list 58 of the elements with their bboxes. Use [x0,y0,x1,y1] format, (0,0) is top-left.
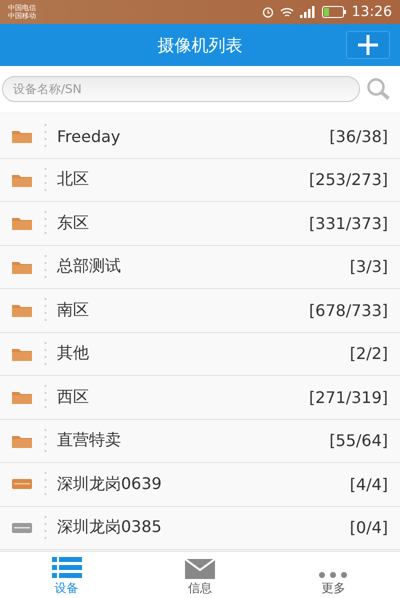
plus-icon [357,34,379,56]
camera-group-row[interactable]: 总部测试 [3/3] [0,246,400,289]
clock-time: 13:26 [352,4,392,20]
dotted-divider [44,166,47,193]
signal-icon [300,6,316,18]
list-icon [52,557,82,579]
dotted-divider [44,384,47,410]
folder-icon [12,260,32,274]
group-name: 西区 [57,386,90,408]
online-count: [271/319] [309,388,388,407]
folder-icon [12,434,32,448]
group-name: 深圳龙岗0639 [57,474,163,495]
online-count: [331/373] [309,214,388,233]
camera-group-row[interactable]: 北区 [253/273] [0,158,400,202]
folder-icon [12,346,32,361]
online-count: [2/2] [350,344,388,364]
camera-group-row[interactable]: 其他 [2/2] [0,332,400,376]
online-count: [253/273] [309,170,388,190]
dotted-divider [44,428,47,454]
folder-icon [12,303,32,318]
battery-icon [322,6,346,18]
group-name: 东区 [57,212,90,234]
dotted-divider [44,471,47,498]
online-count: [4/4] [350,474,388,494]
folder-icon [12,216,32,230]
alarm-icon [262,6,274,18]
camera-group-row[interactable]: 直营特卖 [55/64] [0,420,400,463]
folder-icon [12,172,32,187]
dotted-divider [44,210,47,236]
folder-icon [12,390,32,404]
search-field[interactable]: 设备名称/SN [2,76,360,102]
more-icon [318,571,348,579]
dotted-divider [44,123,47,150]
group-name: 南区 [57,300,90,321]
group-name: 北区 [57,169,90,190]
online-count: [0/4] [350,518,388,538]
nav-tab[interactable]: 信息 [133,552,267,598]
nav-tab[interactable]: 更多 [266,552,400,598]
group-name: 直营特卖 [57,430,122,452]
dotted-divider [44,340,47,367]
online-count: [55/64] [329,431,388,450]
group-name: 总部测试 [57,256,122,278]
add-button[interactable] [346,31,390,59]
online-count: [36/38] [329,126,388,146]
group-name: 其他 [57,343,90,364]
dotted-divider [44,514,47,541]
group-name: Freeday [57,126,122,146]
dotted-divider [44,297,47,324]
screen-title: 摄像机列表 [158,34,242,56]
group-name: 深圳龙岗0385 [57,517,163,538]
online-count: [3/3] [350,257,388,276]
dotted-divider [44,254,47,280]
folder-icon [12,129,32,144]
mail-icon [184,559,215,579]
camera-group-row[interactable]: 深圳龙岗0385 [0/4] [0,506,400,550]
online-count: [678/733] [309,300,388,320]
wifi-icon [280,6,294,18]
search-icon[interactable] [366,77,392,101]
